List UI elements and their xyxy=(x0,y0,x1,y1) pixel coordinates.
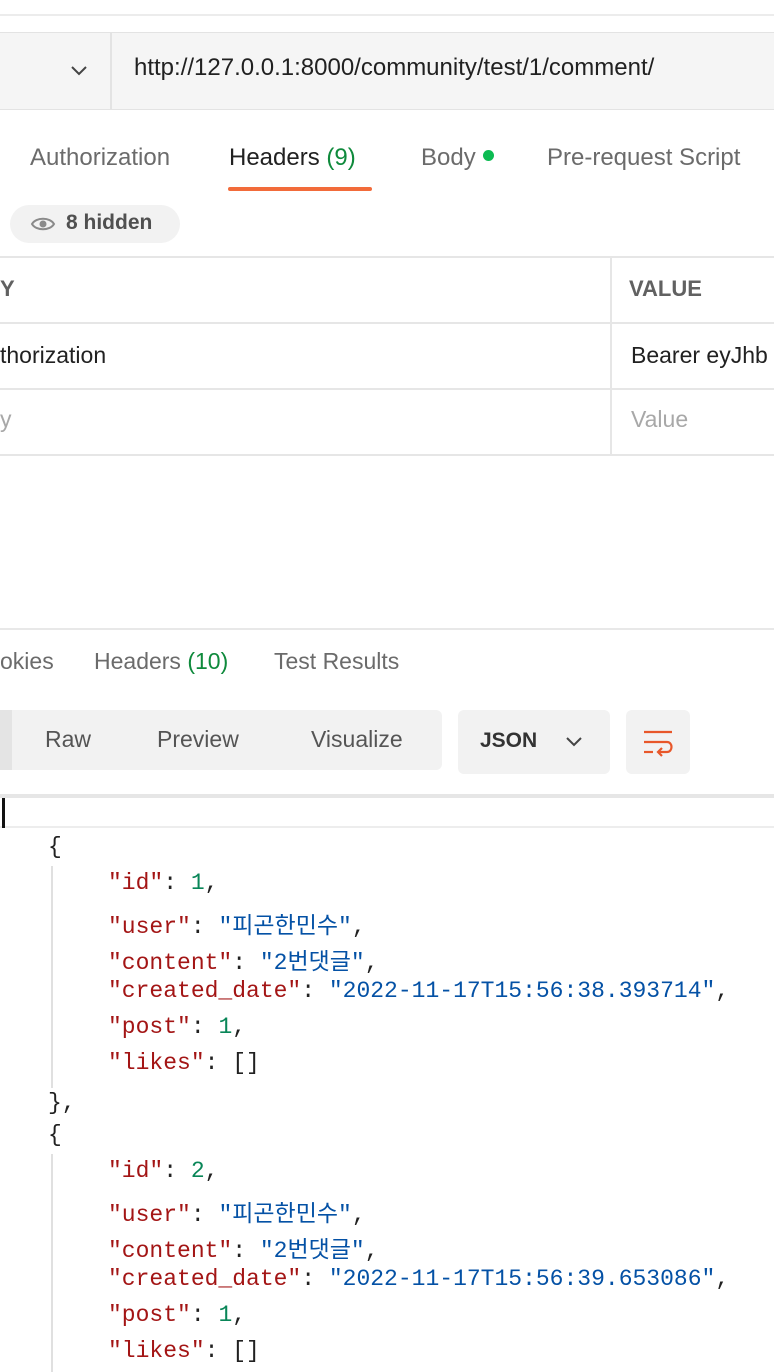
tab-label: Authorization xyxy=(30,144,171,171)
table-bottom-border xyxy=(0,454,774,456)
json-line: "user": "피곤한민수", xyxy=(108,914,366,940)
method-url-separator xyxy=(110,32,112,110)
body-status-dot-icon xyxy=(482,150,494,161)
response-body-top-border xyxy=(0,794,774,798)
table-top-border xyxy=(0,256,774,258)
response-headers-count: (10) xyxy=(187,648,229,674)
json-key: "post" xyxy=(108,1014,191,1040)
active-tab-indicator xyxy=(228,187,372,191)
json-value: 1 xyxy=(190,870,205,896)
view-mode-visualize-button[interactable]: Visualize xyxy=(311,726,403,753)
json-key: "user" xyxy=(108,914,191,940)
tab-response-headers[interactable]: Headers (10) xyxy=(94,648,228,675)
json-value: 2 xyxy=(190,1158,205,1184)
tab-label: Pre-request Script xyxy=(547,144,741,171)
json-line: "post": 1, xyxy=(108,1014,247,1040)
json-line: "created_date": "2022-11-17T15:56:38.393… xyxy=(108,978,730,1004)
json-line: "id": 1, xyxy=(108,870,219,896)
hidden-headers-label: 8 hidden xyxy=(66,211,153,234)
text-cursor xyxy=(2,798,5,828)
json-key: "post" xyxy=(108,1302,191,1328)
json-value: "피곤한민수" xyxy=(218,914,352,940)
new-value-input[interactable]: Value xyxy=(631,406,688,433)
json-value: "2022-11-17T15:56:39.653086" xyxy=(328,1266,716,1292)
key-column-header: Y xyxy=(0,276,15,301)
tab-test-results[interactable]: Test Results xyxy=(274,648,399,675)
json-key: "user" xyxy=(108,1202,191,1228)
json-line: "likes": [] xyxy=(108,1338,260,1364)
view-mode-preview-button[interactable]: Preview xyxy=(157,726,239,753)
tab-label: okies xyxy=(0,648,54,674)
indent-guide xyxy=(51,1154,53,1372)
json-key: "likes" xyxy=(108,1338,205,1364)
tab-label: Headers xyxy=(229,144,320,171)
tab-headers[interactable]: Headers (9) xyxy=(229,144,356,172)
top-divider xyxy=(0,14,774,16)
json-value: [] xyxy=(232,1050,260,1076)
response-body-divider xyxy=(0,826,774,828)
tab-label: Headers xyxy=(94,648,181,674)
json-key: "id" xyxy=(108,870,164,896)
object-open-brace: { xyxy=(48,834,62,860)
tab-authorization[interactable]: Authorization xyxy=(30,144,170,172)
tab-pre-request-script[interactable]: Pre-request Script xyxy=(547,144,740,172)
json-key: "created_date" xyxy=(108,1266,302,1292)
chevron-down-icon[interactable] xyxy=(66,58,92,84)
json-line: "user": "피곤한민수", xyxy=(108,1202,366,1228)
json-value: "2022-11-17T15:56:38.393714" xyxy=(328,978,716,1004)
new-key-input[interactable]: y xyxy=(0,406,12,433)
json-value: [] xyxy=(232,1338,260,1364)
headers-count: (9) xyxy=(326,144,356,171)
indent-guide xyxy=(51,866,53,1088)
response-divider xyxy=(0,628,774,630)
json-key: "id" xyxy=(108,1158,164,1184)
json-key: "content" xyxy=(108,950,233,976)
table-row-divider xyxy=(0,322,774,324)
format-selected-value: JSON xyxy=(480,729,538,752)
table-row-divider xyxy=(0,388,774,390)
url-input[interactable]: http://127.0.0.1:8000/community/test/1/c… xyxy=(134,54,654,82)
json-line: "id": 2, xyxy=(108,1158,219,1184)
json-line: "likes": [] xyxy=(108,1050,260,1076)
table-column-divider xyxy=(610,257,612,455)
json-value: "피곤한민수" xyxy=(218,1202,352,1228)
json-value: "2번댓글" xyxy=(259,950,365,976)
json-value: "2번댓글" xyxy=(259,1238,365,1264)
header-key-cell[interactable]: thorization xyxy=(0,342,106,369)
tab-label: Body xyxy=(421,144,476,171)
json-line: "created_date": "2022-11-17T15:56:39.653… xyxy=(108,1266,730,1292)
view-mode-pretty-button[interactable] xyxy=(0,710,12,770)
json-key: "created_date" xyxy=(108,978,302,1004)
object-close-brace: }, xyxy=(48,1090,76,1116)
wrap-lines-icon xyxy=(644,730,673,757)
json-value: 1 xyxy=(218,1302,233,1328)
json-value: 1 xyxy=(218,1014,233,1040)
chevron-down-icon xyxy=(566,737,582,747)
json-line: "content": "2번댓글", xyxy=(108,1238,379,1264)
json-line: "content": "2번댓글", xyxy=(108,950,379,976)
object-open-brace: { xyxy=(48,1122,62,1148)
json-key: "content" xyxy=(108,1238,233,1264)
json-line: "post": 1, xyxy=(108,1302,247,1328)
header-value-cell[interactable]: Bearer eyJhb xyxy=(631,342,768,369)
tab-body[interactable]: Body xyxy=(421,144,494,172)
view-mode-raw-button[interactable]: Raw xyxy=(45,726,91,753)
eye-icon xyxy=(30,217,56,231)
tab-label: Test Results xyxy=(274,648,400,674)
tab-cookies[interactable]: okies xyxy=(0,648,54,675)
value-column-header: VALUE xyxy=(629,276,702,301)
json-key: "likes" xyxy=(108,1050,205,1076)
